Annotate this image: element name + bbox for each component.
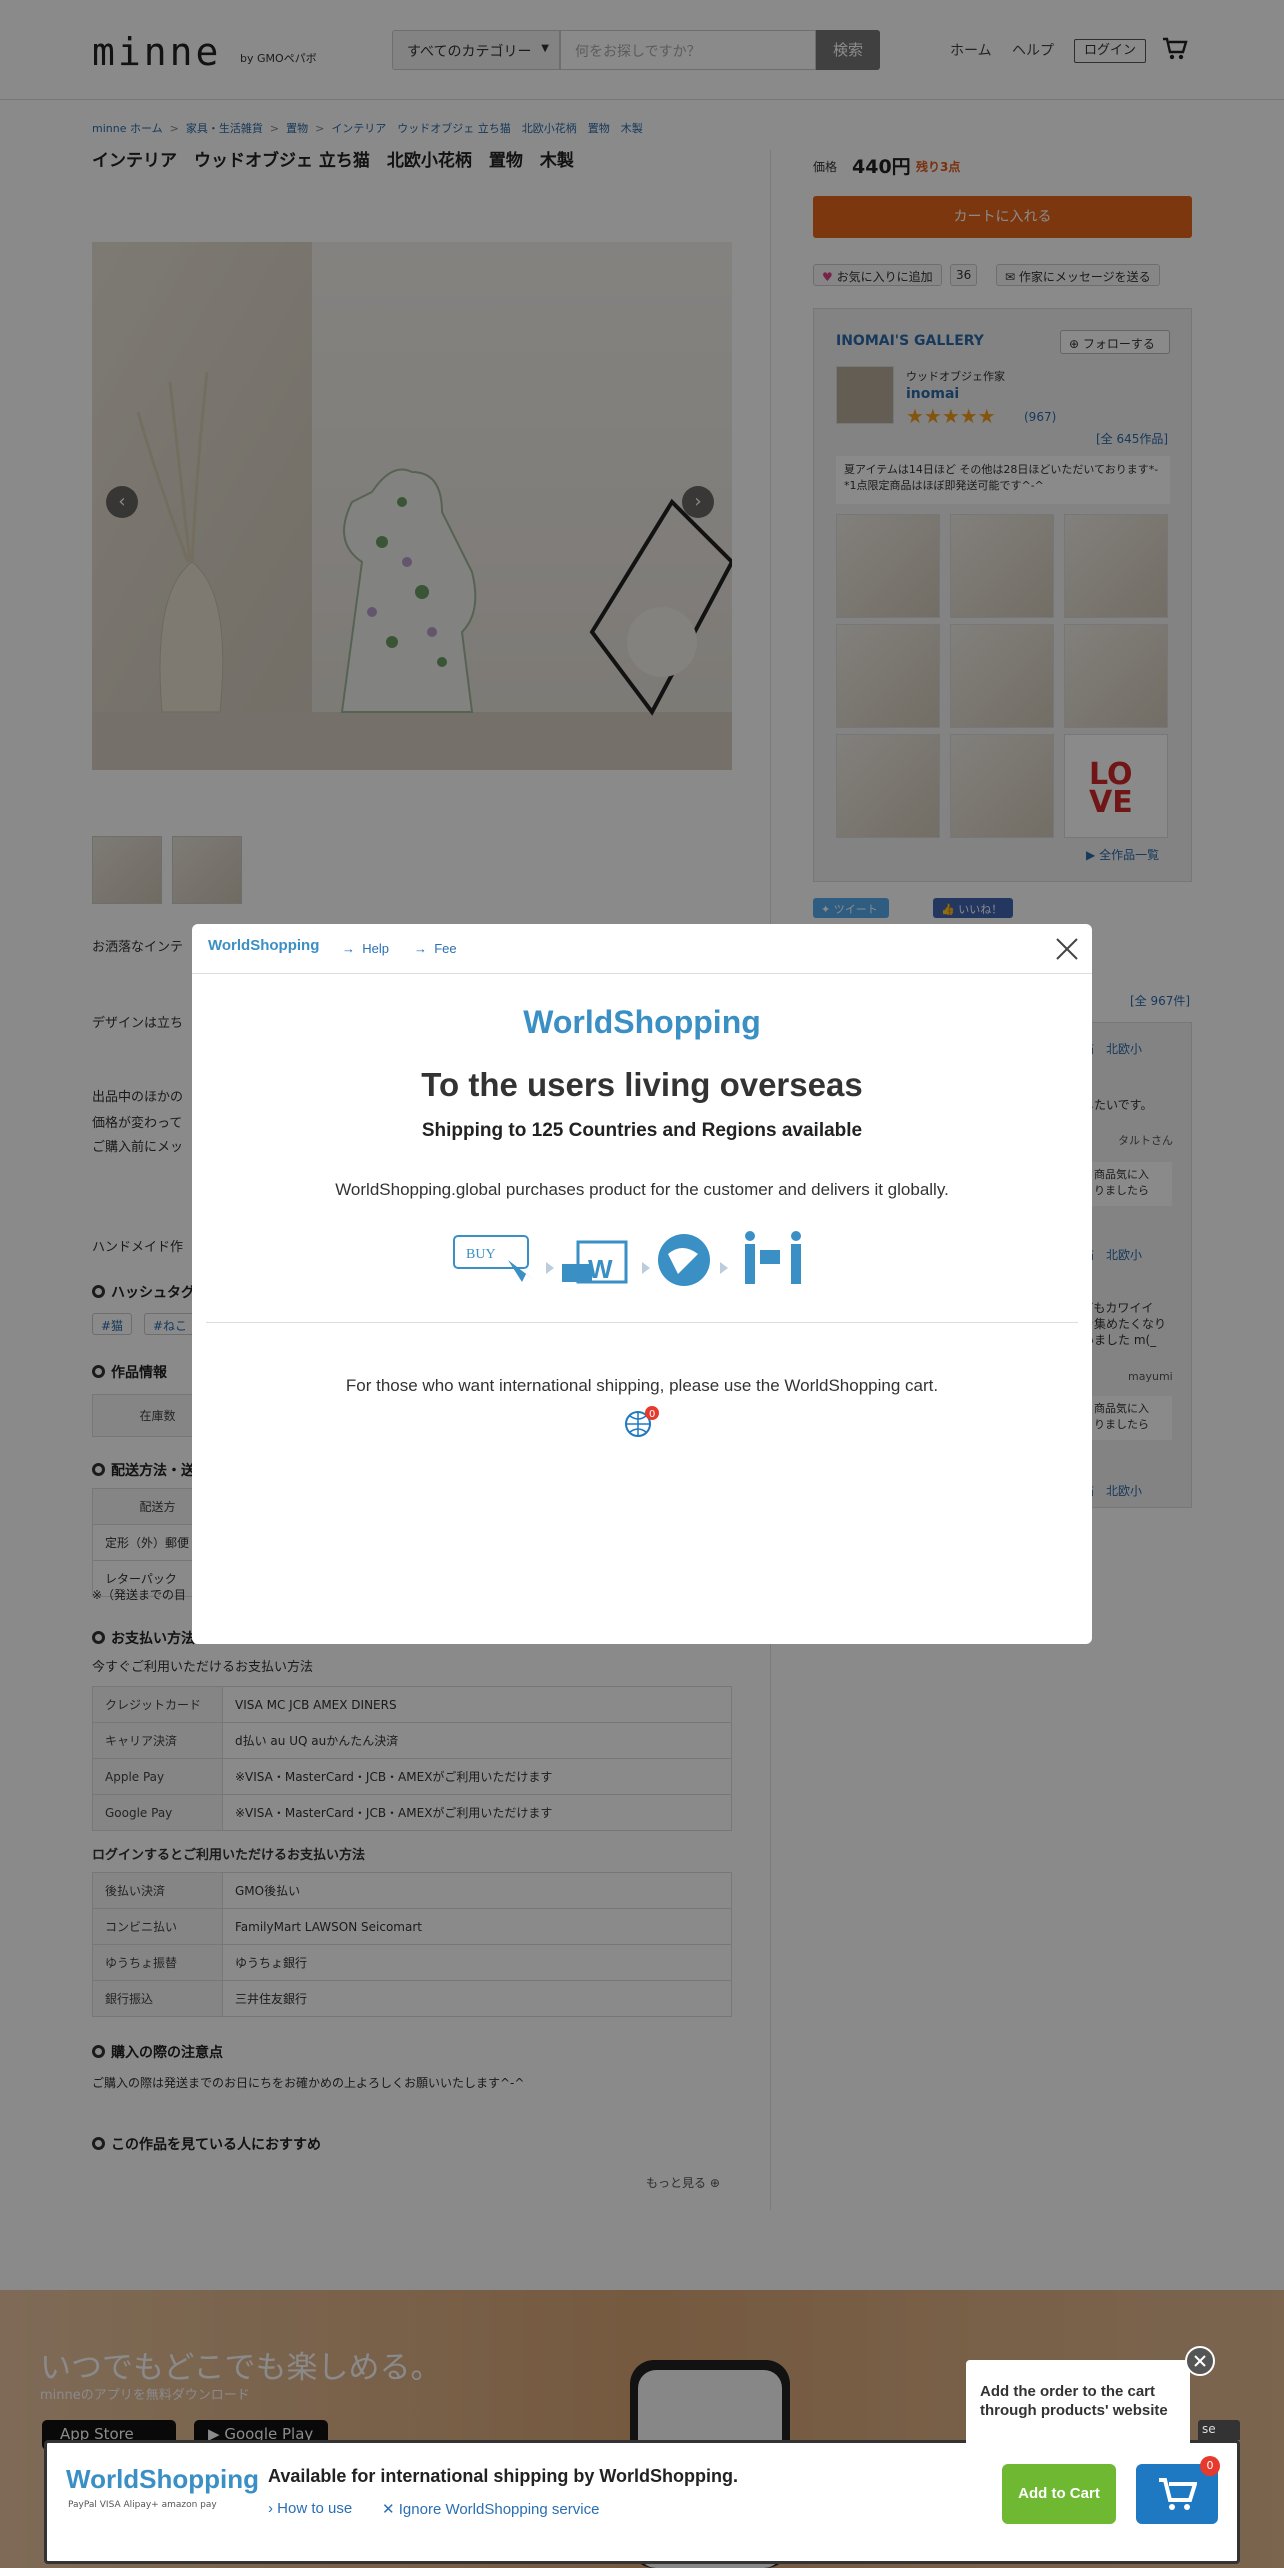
worldshopping-logo: WorldShopping — [523, 1004, 761, 1040]
ws-bar-close-tab[interactable]: se — [1198, 2420, 1240, 2440]
chevron-right-icon: › — [268, 2500, 273, 2517]
close-x-icon: ✕ — [382, 2501, 395, 2518]
modal-header: WorldShopping → Help → Fee — [192, 924, 1092, 974]
modal-footer-text: For those who want international shippin… — [345, 1376, 939, 1395]
tooltip-close-button[interactable] — [1185, 2346, 1215, 2376]
fee-link[interactable]: → Fee — [414, 941, 457, 956]
close-icon — [1194, 2355, 1206, 2367]
shopping-cart-icon — [1159, 2478, 1197, 2510]
process-illustration: BUY W — [453, 1231, 801, 1286]
help-link[interactable]: → Help — [342, 941, 389, 956]
close-icon[interactable] — [1052, 934, 1082, 964]
modal-heading: To the users living overseas — [421, 1066, 863, 1103]
globe-cart-icon[interactable]: 0 — [624, 1404, 660, 1440]
worldshopping-bar-logo: WorldShopping — [66, 2464, 260, 2494]
worldshopping-modal: WorldShopping → Help → Fee WorldShopping… — [192, 924, 1092, 1644]
modal-paragraph: WorldShopping.global purchases product f… — [335, 1180, 949, 1199]
globe-cart-badge: 0 — [649, 1409, 655, 1420]
arrow-right-icon: → — [414, 941, 427, 956]
buy-label: BUY — [466, 1247, 496, 1262]
payment-logos: PayPal VISA Alipay+ amazon pay — [68, 2500, 217, 2510]
arrow-right-icon: → — [342, 941, 355, 956]
worldshopping-bar-title: Available for international shipping by … — [268, 2466, 739, 2486]
modal-subheading: Shipping to 125 Countries and Regions av… — [421, 1120, 863, 1141]
ws-cart-badge: 0 — [1200, 2456, 1220, 2476]
ignore-service-link[interactable]: ✕ Ignore WorldShopping service — [382, 2500, 599, 2518]
ws-tooltip: Add the order to the cart through produc… — [966, 2360, 1190, 2448]
modal-divider — [206, 1322, 1078, 1323]
how-to-use-link[interactable]: › How to use — [268, 2500, 352, 2517]
worldshopping-logo-small: WorldShopping — [208, 937, 320, 954]
svg-text:W: W — [588, 1254, 613, 1284]
ws-add-to-cart-button[interactable]: Add to Cart — [1002, 2464, 1116, 2524]
tooltip-pointer — [1056, 2446, 1076, 2458]
